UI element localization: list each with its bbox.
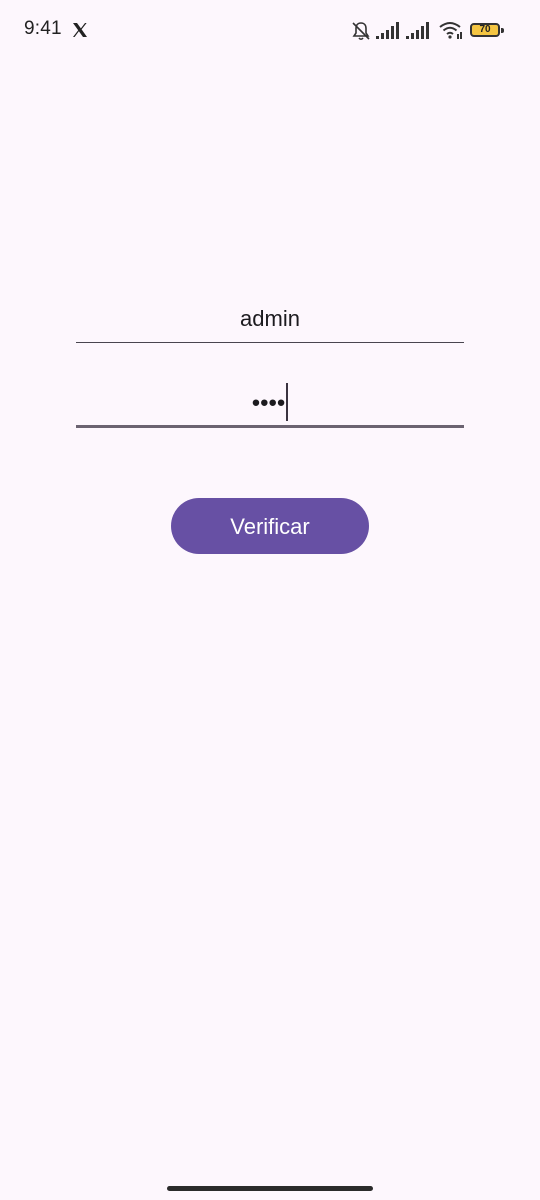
status-bar: 9:41 70 [0,0,540,60]
text-cursor [286,383,289,421]
battery-icon: 70 [470,23,500,37]
password-value: •••• [76,383,464,423]
battery-tip [501,28,504,33]
status-icons: 70 [350,20,510,42]
x-logo-icon [72,22,88,38]
password-field[interactable]: •••• [76,373,464,428]
username-field[interactable]: admin [76,290,464,343]
password-dots: •••• [251,389,286,417]
username-value: admin [240,306,300,331]
home-indicator[interactable] [167,1186,373,1191]
verify-button[interactable]: Verificar [171,498,369,554]
login-form: admin •••• [76,290,464,428]
status-time: 9:41 [24,18,62,39]
